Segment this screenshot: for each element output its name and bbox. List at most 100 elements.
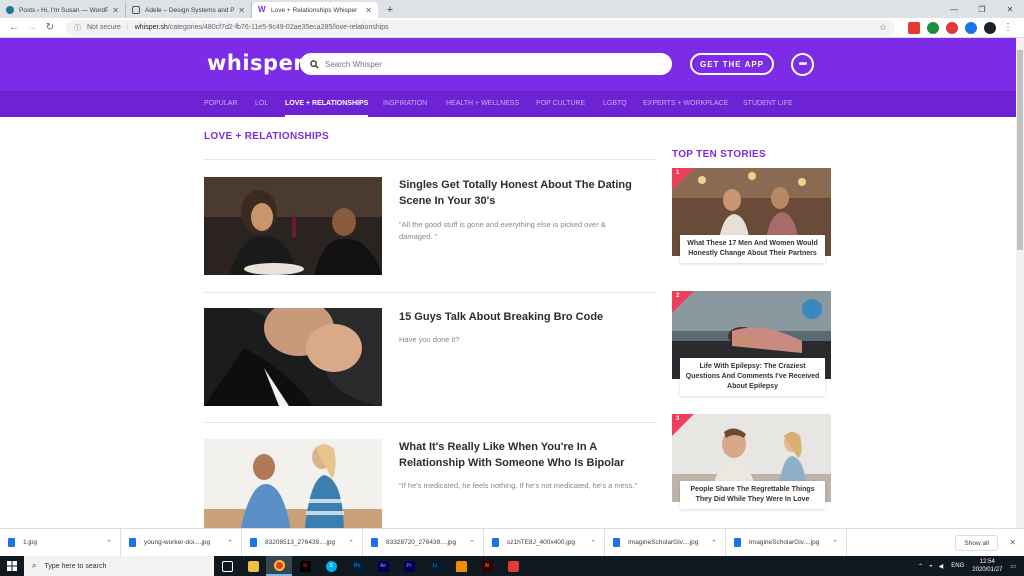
article-thumbnail[interactable] [204,177,382,275]
menu-icon[interactable]: ⋮ [1000,20,1016,36]
story-caption[interactable]: People Share The Regrettable Things They… [680,481,825,509]
nav-item-lol[interactable]: LOL [255,91,268,117]
article-title[interactable]: Singles Get Totally Honest About The Dat… [399,177,644,209]
close-icon[interactable]: ✕ [1009,538,1016,547]
extension-icon[interactable] [908,21,920,34]
download-item[interactable]: 1.jpg ⌃ [0,528,121,557]
top-story-card[interactable]: 2 Life With Epilepsy: The Craziest Quest… [672,291,831,396]
extension-icon[interactable] [965,21,977,34]
photoshop-icon[interactable]: Ps [344,556,370,576]
download-filename: 83328720_276439....jpg [386,539,457,546]
article-card[interactable]: 15 Guys Talk About Breaking Bro Code Hav… [204,308,656,408]
download-filename: ImagineScholarGiv....jpg [628,539,699,546]
download-filename: 83208513_276439....jpg [265,539,336,546]
article-card[interactable]: What It's Really Like When You're In A R… [204,439,656,539]
show-all-button[interactable]: Show all [955,535,998,551]
security-label: Not secure [87,24,121,31]
chevron-up-icon[interactable]: ⌃ [469,539,475,547]
nav-item-student-life[interactable]: STUDENT LIFE [743,91,793,117]
clock[interactable]: 12:54 2020/01/27 [972,558,1002,574]
taskbar-search-placeholder: Type here to search [44,562,107,570]
network-icon[interactable]: ◒ [929,563,933,569]
chevron-up-icon[interactable]: ⌃ [832,539,838,547]
article-thumbnail[interactable] [204,439,382,537]
browser-tab-2[interactable]: Adele – Design Systems and Patt... ✕ [126,2,252,18]
browser-tab-3[interactable]: W Love + Relationships Whisper ✕ [252,2,378,18]
info-icon[interactable]: ⓘ [74,23,81,33]
chevron-up-icon[interactable]: ⌃ [711,539,717,547]
article-title[interactable]: What It's Really Like When You're In A R… [399,439,644,471]
search-bar[interactable] [300,53,672,75]
language-indicator[interactable]: ENG [951,563,964,569]
download-item[interactable]: young-worker-doi....jpg ⌃ [121,528,242,557]
download-item[interactable]: 83328720_276439....jpg ⌃ [363,528,484,557]
more-menu-button[interactable]: ••• [791,53,814,76]
download-filename: young-worker-doi....jpg [144,539,211,546]
nav-item-love-relationships[interactable]: LOVE + RELATIONSHIPS [285,91,369,117]
download-item[interactable]: ImagineScholarGiv....jpg ⌃ [726,528,847,557]
chevron-up-icon[interactable]: ⌃ [348,539,354,547]
close-window-icon[interactable]: ✕ [996,0,1024,18]
forward-icon[interactable]: → [24,20,40,36]
nav-item-inspiration[interactable]: INSPIRATION [383,91,427,117]
chevron-up-icon[interactable]: ⌃ [918,563,923,570]
nav-item-experts-workplace[interactable]: EXPERTS + WORKPLACE [643,91,728,117]
volume-icon[interactable]: ◀ [939,563,944,570]
chevron-up-icon[interactable]: ⌃ [106,539,112,547]
chevron-up-icon[interactable]: ⌃ [227,539,233,547]
after-effects-icon[interactable]: Ae [370,556,396,576]
top-story-card[interactable]: 1 What These 17 Men And Women Would Hone… [672,168,831,263]
browser-toolbar: ← → ↻ ⓘ Not secure | whisper.sh /categor… [0,18,1024,38]
close-tab-icon[interactable]: ✕ [238,6,245,15]
acrobat-icon[interactable] [500,556,526,576]
download-item[interactable]: 83208513_276439....jpg ⌃ [242,528,363,557]
lightroom-icon[interactable]: Lr [422,556,448,576]
chevron-up-icon[interactable]: ⌃ [590,539,596,547]
grammarly-icon[interactable] [927,21,939,34]
file-explorer-icon[interactable] [240,556,266,576]
minimize-icon[interactable]: — [940,0,968,18]
divider [204,159,656,160]
nav-item-health-wellness[interactable]: HEALTH + WELLNESS [446,91,519,117]
new-tab-button[interactable]: + [382,2,398,18]
article-title[interactable]: 15 Guys Talk About Breaking Bro Code [399,309,644,325]
window-controls: — ❐ ✕ [940,0,1024,18]
nav-item-pop-culture[interactable]: POP CULTURE [536,91,585,117]
article-thumbnail[interactable] [204,308,382,406]
nav-item-popular[interactable]: POPULAR [204,91,237,117]
windows-start-icon[interactable] [0,556,24,576]
close-tab-icon[interactable]: ✕ [365,6,372,15]
bookmark-star-icon[interactable]: ☆ [879,22,887,33]
notifications-icon[interactable]: ▭ [1010,563,1016,570]
article-description: Have you done it? [399,335,460,344]
story-caption[interactable]: Life With Epilepsy: The Craziest Questio… [680,358,825,396]
whisper-logo[interactable]: whisper [207,51,304,75]
restore-icon[interactable]: ❐ [968,0,996,18]
taskbar-search[interactable]: ⌕ Type here to search [24,556,214,576]
download-item[interactable]: sz1hTE8J_400x400.jpg ⌃ [484,528,605,557]
story-caption[interactable]: What These 17 Men And Women Would Honest… [680,235,825,263]
illustrator-icon[interactable]: Ai [474,556,500,576]
get-the-app-button[interactable]: GET THE APP [690,53,774,75]
adblock-icon[interactable] [946,21,958,34]
close-tab-icon[interactable]: ✕ [112,6,119,15]
top-story-card[interactable]: 3 People Share The Regrettable Things Th… [672,414,831,509]
page-scrollbar[interactable] [1016,38,1024,528]
nav-item-lgbtq[interactable]: LGBTQ [603,91,627,117]
scrollbar-thumb[interactable] [1017,50,1023,250]
netflix-icon[interactable]: N [292,556,318,576]
vlc-icon[interactable] [448,556,474,576]
skype-icon[interactable]: S [318,556,344,576]
back-icon[interactable]: ← [6,20,22,36]
address-bar[interactable]: ⓘ Not secure | whisper.sh /categories/48… [66,19,895,36]
article-card[interactable]: Singles Get Totally Honest About The Dat… [204,177,656,277]
reload-icon[interactable]: ↻ [42,20,58,36]
chrome-icon[interactable] [266,556,292,576]
image-file-icon [129,538,136,547]
download-item[interactable]: ImagineScholarGiv....jpg ⌃ [605,528,726,557]
browser-tab-1[interactable]: Posts ‹ Hi, I'm Susan — WordPress ✕ [0,2,126,18]
premiere-icon[interactable]: Pr [396,556,422,576]
search-input[interactable] [325,59,645,69]
task-view-icon[interactable] [214,556,240,576]
profile-avatar[interactable] [984,21,996,34]
